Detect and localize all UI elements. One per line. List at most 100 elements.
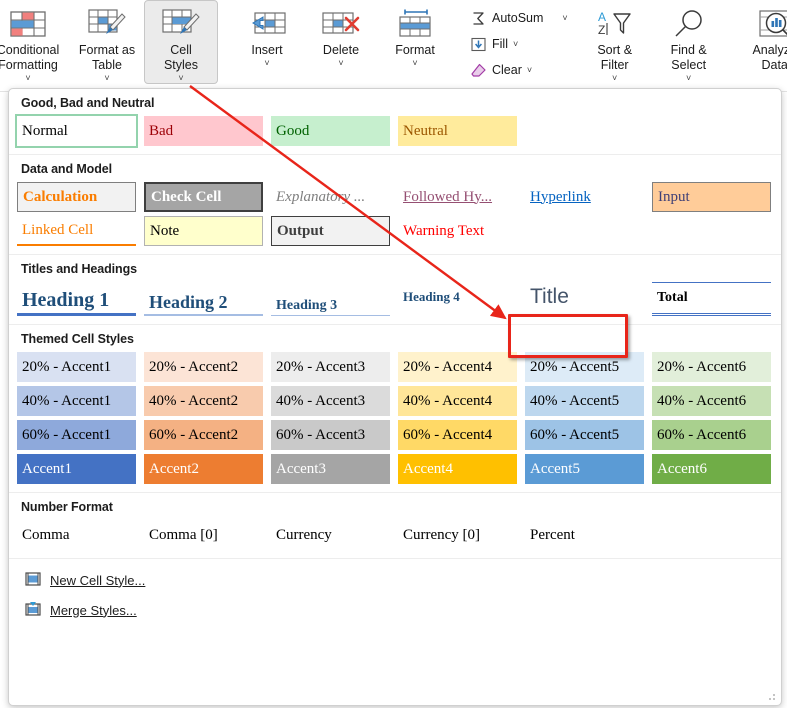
style-chip[interactable]: Bad [144,116,263,146]
style-cell[interactable]: 60% - Accent5 [525,420,652,450]
style-chip[interactable]: 20% - Accent3 [271,352,390,382]
style-cell[interactable]: Bad [144,116,271,146]
style-cell[interactable]: Accent6 [652,454,779,484]
style-chip[interactable]: 20% - Accent6 [652,352,771,382]
style-chip[interactable]: 60% - Accent5 [525,420,644,450]
style-chip[interactable]: 40% - Accent4 [398,386,517,416]
style-cell[interactable]: Accent1 [17,454,144,484]
format-as-table-button[interactable]: Format as Table ˅ [70,0,144,84]
style-chip[interactable]: 40% - Accent6 [652,386,771,416]
style-cell[interactable]: Warning Text [398,216,525,246]
style-chip[interactable]: 20% - Accent2 [144,352,263,382]
chevron-down-icon[interactable]: ˅ [178,73,183,83]
style-cell[interactable]: Percent [525,520,652,550]
chevron-down-icon[interactable]: ˅ [264,58,269,68]
style-chip[interactable]: 60% - Accent3 [271,420,390,450]
style-cell[interactable]: 60% - Accent3 [271,420,398,450]
format-cells-button[interactable]: Format ˅ [378,0,452,84]
style-cell[interactable]: 20% - Accent1 [17,352,144,382]
cell-styles-button[interactable]: Cell Styles ˅ [144,0,218,84]
cell-styles-gallery[interactable]: Good, Bad and Neutral Normal Bad Good Neutra… [8,88,782,706]
style-cell[interactable]: 40% - Accent4 [398,386,525,416]
style-cell[interactable]: 60% - Accent2 [144,420,271,450]
style-chip[interactable]: 20% - Accent5 [525,352,644,382]
chevron-down-icon[interactable]: ˅ [527,65,532,75]
style-chip[interactable]: Percent [525,520,644,550]
style-chip[interactable]: Neutral [398,116,517,146]
style-chip[interactable]: Heading 4 [398,282,517,312]
style-cell[interactable]: 20% - Accent5 [525,352,652,382]
style-chip[interactable]: Comma [17,520,136,550]
autosum-button[interactable]: AutoSum ˅ [464,5,574,31]
style-cell[interactable]: Heading 3 [271,282,398,316]
style-cell[interactable]: Linked Cell [17,216,144,246]
style-cell[interactable]: 60% - Accent4 [398,420,525,450]
style-chip[interactable]: Comma [0] [144,520,263,550]
style-chip[interactable]: Heading 2 [144,282,263,316]
conditional-formatting-button[interactable]: Conditional Formatting ˅ [0,0,70,84]
chevron-down-icon[interactable]: ˅ [562,13,567,23]
style-chip[interactable]: 40% - Accent5 [525,386,644,416]
style-chip[interactable]: 60% - Accent1 [17,420,136,450]
style-cell[interactable]: Explanatory ... [271,182,398,212]
style-chip[interactable]: Currency [271,520,390,550]
style-cell[interactable]: 20% - Accent3 [271,352,398,382]
style-cell[interactable]: Check Cell [144,182,271,212]
style-chip[interactable]: Explanatory ... [271,182,390,212]
style-cell[interactable]: Followed Hy... [398,182,525,212]
style-chip[interactable]: Currency [0] [398,520,517,550]
style-cell[interactable]: 40% - Accent6 [652,386,779,416]
style-chip[interactable]: Warning Text [398,216,517,246]
style-cell[interactable]: Heading 4 [398,282,525,316]
style-chip[interactable]: Accent5 [525,454,644,484]
style-cell[interactable]: Heading 1 [17,282,144,316]
style-cell[interactable]: 60% - Accent6 [652,420,779,450]
style-chip[interactable]: Accent1 [17,454,136,484]
style-chip[interactable]: 60% - Accent2 [144,420,263,450]
style-cell[interactable]: 40% - Accent1 [17,386,144,416]
style-chip[interactable]: 20% - Accent4 [398,352,517,382]
find-select-button[interactable]: Find & Select ˅ [652,0,726,84]
chevron-down-icon[interactable]: ˅ [338,58,343,68]
style-cell[interactable]: Hyperlink [525,182,652,212]
style-chip[interactable]: Accent4 [398,454,517,484]
new-cell-style-item[interactable]: New Cell Style... [9,565,781,595]
chevron-down-icon[interactable]: ˅ [612,73,617,83]
style-cell[interactable]: 20% - Accent6 [652,352,779,382]
style-chip[interactable]: Followed Hy... [398,182,517,212]
style-cell[interactable]: 40% - Accent3 [271,386,398,416]
style-chip[interactable]: Check Cell [144,182,263,212]
style-cell[interactable]: Accent2 [144,454,271,484]
style-cell[interactable]: Title [525,282,652,316]
clear-button[interactable]: Clear ˅ [464,57,574,83]
style-cell[interactable]: Currency [0] [398,520,525,550]
style-cell[interactable]: Calculation [17,182,144,212]
style-cell[interactable]: Output [271,216,398,246]
style-chip[interactable]: Title [525,282,644,312]
style-cell[interactable]: 20% - Accent2 [144,352,271,382]
style-chip[interactable]: 40% - Accent2 [144,386,263,416]
style-chip[interactable]: Normal [15,114,138,148]
analyze-data-button[interactable]: Analyze Data [738,0,787,84]
style-cell[interactable]: Accent4 [398,454,525,484]
delete-cells-button[interactable]: Delete ˅ [304,0,378,84]
style-chip[interactable]: 60% - Accent4 [398,420,517,450]
style-chip[interactable]: Accent6 [652,454,771,484]
style-chip[interactable]: Output [271,216,390,246]
insert-cells-button[interactable]: Insert ˅ [230,0,304,84]
style-chip[interactable]: Heading 3 [271,282,390,316]
style-chip[interactable]: Total [652,282,771,316]
merge-styles-item[interactable]: Merge Styles... [9,595,781,625]
style-cell[interactable]: 40% - Accent5 [525,386,652,416]
style-cell[interactable]: 60% - Accent1 [17,420,144,450]
style-chip[interactable]: Accent3 [271,454,390,484]
style-chip[interactable]: Linked Cell [17,216,136,246]
style-cell[interactable]: 40% - Accent2 [144,386,271,416]
style-chip[interactable]: Calculation [17,182,136,212]
chevron-down-icon[interactable]: ˅ [686,73,691,83]
fill-button[interactable]: Fill ˅ [464,31,574,57]
style-cell[interactable]: Input [652,182,779,212]
style-cell[interactable]: Good [271,116,398,146]
style-chip[interactable]: 40% - Accent3 [271,386,390,416]
style-cell[interactable]: Accent5 [525,454,652,484]
